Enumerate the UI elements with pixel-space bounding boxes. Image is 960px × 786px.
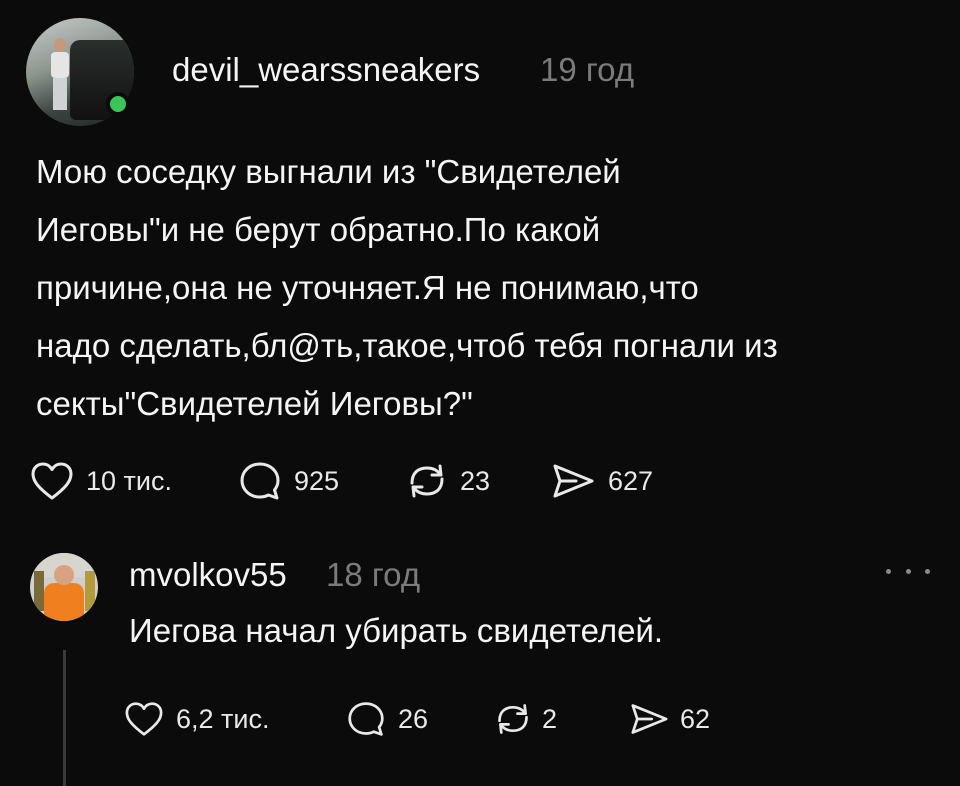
- post-text-line: причине,она не уточняет.Я не понимаю,что: [36, 269, 699, 306]
- share-icon: [631, 704, 668, 734]
- reply-avatar[interactable]: [30, 553, 98, 621]
- repost-icon: [410, 464, 444, 498]
- like-button[interactable]: 10 тис.: [30, 461, 238, 501]
- post-username[interactable]: devil_wearssneakers: [172, 51, 480, 89]
- post-text-line: секты"Свидетелей Иеговы?": [36, 385, 473, 422]
- reply-actions: 6,2 тис. 26 2 62: [124, 700, 710, 738]
- avatar-person: [50, 38, 70, 110]
- reply-comment-count: 26: [398, 703, 429, 734]
- reply-repost-button[interactable]: 2: [492, 701, 628, 737]
- reply-username[interactable]: mvolkov55: [129, 556, 287, 594]
- reply-share-button[interactable]: 62: [628, 701, 710, 737]
- share-count: 627: [608, 465, 654, 496]
- post: devil_wearssneakers 19 год Мою соседку в…: [0, 0, 960, 520]
- post-text-line: Иеговы"и не берут обратно.По какой: [36, 211, 601, 248]
- like-count: 10 тис.: [86, 465, 172, 496]
- repost-button[interactable]: 23: [404, 461, 550, 501]
- reply-like-count: 6,2 тис.: [176, 703, 270, 734]
- online-status-icon: [106, 92, 130, 116]
- reply-like-button[interactable]: 6,2 тис.: [124, 701, 346, 737]
- share-icon: [553, 464, 594, 498]
- reply-share-count: 62: [680, 703, 711, 734]
- reply-text: Иегова начал убирать свидетелей.: [129, 612, 664, 649]
- reply-comment-button[interactable]: 26: [346, 700, 492, 738]
- post-actions: 10 тис. 925 23 627: [30, 460, 653, 502]
- comment-count: 925: [294, 465, 340, 496]
- comment-button[interactable]: 925: [238, 460, 404, 502]
- comment-icon: [348, 702, 384, 736]
- post-text-line: надо сделать,бл@ть,такое,чтоб тебя погна…: [36, 327, 778, 364]
- repost-icon: [498, 704, 528, 734]
- repost-count: 23: [460, 465, 491, 496]
- heart-icon: [31, 462, 73, 500]
- post-text-line: Мою соседку выгнали из "Свидетелей: [36, 153, 621, 190]
- post-text: Мою соседку выгнали из "Свидетелей Иегов…: [36, 143, 946, 433]
- more-icon[interactable]: [886, 556, 930, 586]
- comment-icon: [240, 462, 280, 500]
- share-button[interactable]: 627: [550, 461, 653, 501]
- reply-repost-count: 2: [542, 703, 558, 734]
- heart-icon: [125, 702, 163, 736]
- post-time: 19 год: [540, 51, 635, 88]
- thread-line: [63, 650, 66, 786]
- reply-time: 18 год: [326, 556, 421, 593]
